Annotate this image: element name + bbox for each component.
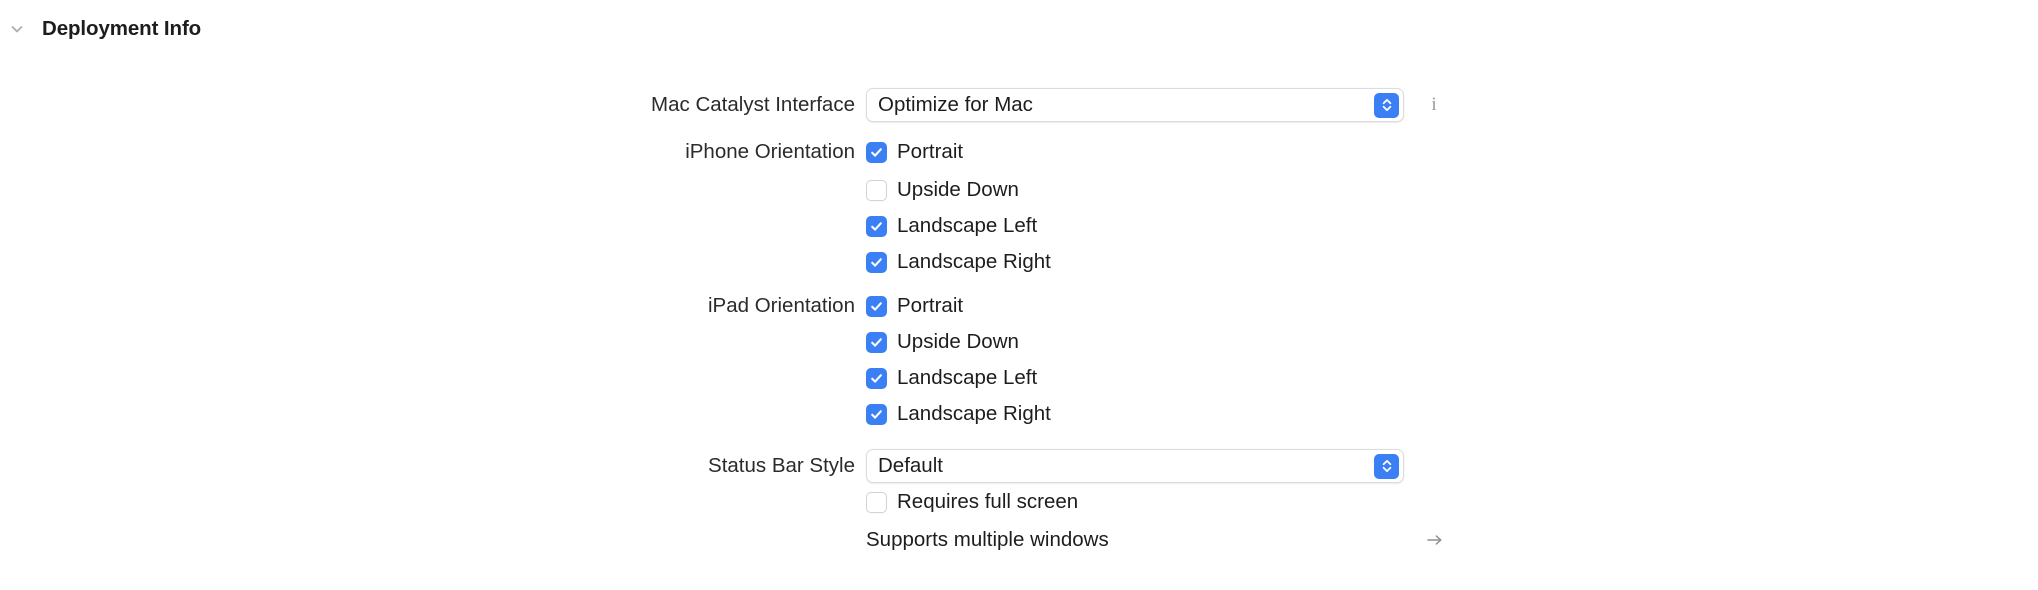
deployment-info-panel: Deployment Info Mac Catalyst Interface O… xyxy=(0,0,2038,590)
checkmark-icon xyxy=(866,141,887,163)
info-icon[interactable]: i xyxy=(1428,88,1440,122)
checkbox-iphone-landscape-right[interactable]: Landscape Right xyxy=(866,245,1051,279)
checkbox-label: Landscape Left xyxy=(897,366,1038,389)
checkmark-icon xyxy=(866,331,887,353)
row-ipad-landscape-left: Landscape Left xyxy=(0,361,2038,395)
checkbox-ipad-upside-down[interactable]: Upside Down xyxy=(866,325,1019,359)
checkbox-label: Landscape Right xyxy=(897,402,1051,425)
control-ipad-landscape-left: Landscape Left xyxy=(866,361,1037,395)
label-iphone-orientation: iPhone Orientation xyxy=(685,140,855,163)
checkbox-ipad-landscape-right[interactable]: Landscape Right xyxy=(866,397,1051,431)
mac-catalyst-interface-select[interactable]: Optimize for Mac xyxy=(866,88,1404,122)
checkmark-icon xyxy=(866,295,887,317)
row-ipad-orientation: iPad Orientation Portrait xyxy=(0,289,2038,323)
control-iphone-upside-down: Upside Down xyxy=(866,173,1019,207)
control-status-bar-style: Default xyxy=(866,449,1404,483)
checkbox-label: Upside Down xyxy=(897,178,1019,201)
control-ipad-orientation: Portrait xyxy=(866,289,963,323)
status-bar-style-select[interactable]: Default xyxy=(866,449,1404,483)
control-ipad-landscape-right: Landscape Right xyxy=(866,397,1051,431)
label-ipad-orientation: iPad Orientation xyxy=(707,294,855,317)
control-mac-catalyst-interface: Optimize for Mac i xyxy=(866,88,1440,122)
checkbox-label: Portrait xyxy=(897,294,964,317)
checkbox-iphone-landscape-left[interactable]: Landscape Left xyxy=(866,209,1037,243)
checkbox-empty-icon xyxy=(866,491,887,513)
checkbox-label: Requires full screen xyxy=(897,490,1079,513)
checkbox-label: Portrait xyxy=(897,140,964,163)
control-iphone-orientation: Portrait xyxy=(866,135,963,169)
row-iphone-orientation: iPhone Orientation Portrait xyxy=(0,135,2038,169)
checkbox-label: Landscape Right xyxy=(897,250,1051,273)
checkbox-label: Landscape Left xyxy=(897,214,1038,237)
control-requires-full-screen: Requires full screen xyxy=(866,485,1078,519)
section-header: Deployment Info xyxy=(0,14,201,44)
control-ipad-upside-down: Upside Down xyxy=(866,325,1019,359)
checkbox-ipad-portrait[interactable]: Portrait xyxy=(866,289,963,323)
label-mac-catalyst-interface: Mac Catalyst Interface xyxy=(651,93,855,116)
checkmark-icon xyxy=(866,403,887,425)
row-ipad-upside-down: Upside Down xyxy=(0,325,2038,359)
row-status-bar-style: Status Bar Style Default xyxy=(0,449,2038,483)
mac-catalyst-interface-value: Optimize for Mac xyxy=(878,93,1033,116)
chevron-up-down-icon[interactable] xyxy=(1374,453,1399,479)
row-iphone-landscape-left: Landscape Left xyxy=(0,209,2038,243)
checkmark-icon xyxy=(866,251,887,273)
row-ipad-landscape-right: Landscape Right xyxy=(0,397,2038,431)
page-title: Deployment Info xyxy=(42,17,202,40)
supports-multiple-windows-item[interactable]: Supports multiple windows xyxy=(866,523,1109,557)
row-supports-multiple-windows: Supports multiple windows xyxy=(0,523,2038,557)
checkmark-icon xyxy=(866,367,887,389)
checkbox-iphone-upside-down[interactable]: Upside Down xyxy=(866,173,1019,207)
checkbox-iphone-portrait[interactable]: Portrait xyxy=(866,135,963,169)
checkbox-ipad-landscape-left[interactable]: Landscape Left xyxy=(866,361,1037,395)
supports-multiple-windows-label: Supports multiple windows xyxy=(866,528,1109,551)
row-iphone-landscape-right: Landscape Right xyxy=(0,245,2038,279)
arrow-right-icon[interactable] xyxy=(1424,523,1446,557)
control-iphone-landscape-right: Landscape Right xyxy=(866,245,1051,279)
chevron-down-icon[interactable] xyxy=(0,14,34,44)
row-requires-full-screen: Requires full screen xyxy=(0,485,2038,519)
chevron-up-down-icon[interactable] xyxy=(1374,92,1399,118)
row-iphone-upside-down: Upside Down xyxy=(0,173,2038,207)
row-mac-catalyst-interface: Mac Catalyst Interface Optimize for Mac … xyxy=(0,88,2038,122)
control-supports-multiple-windows: Supports multiple windows xyxy=(866,523,1109,557)
control-iphone-landscape-left: Landscape Left xyxy=(866,209,1037,243)
checkbox-empty-icon xyxy=(866,179,887,201)
checkbox-label: Upside Down xyxy=(897,330,1019,353)
checkmark-icon xyxy=(866,215,887,237)
checkbox-requires-full-screen[interactable]: Requires full screen xyxy=(866,485,1078,519)
status-bar-style-value: Default xyxy=(878,454,943,477)
label-status-bar-style: Status Bar Style xyxy=(708,454,855,477)
